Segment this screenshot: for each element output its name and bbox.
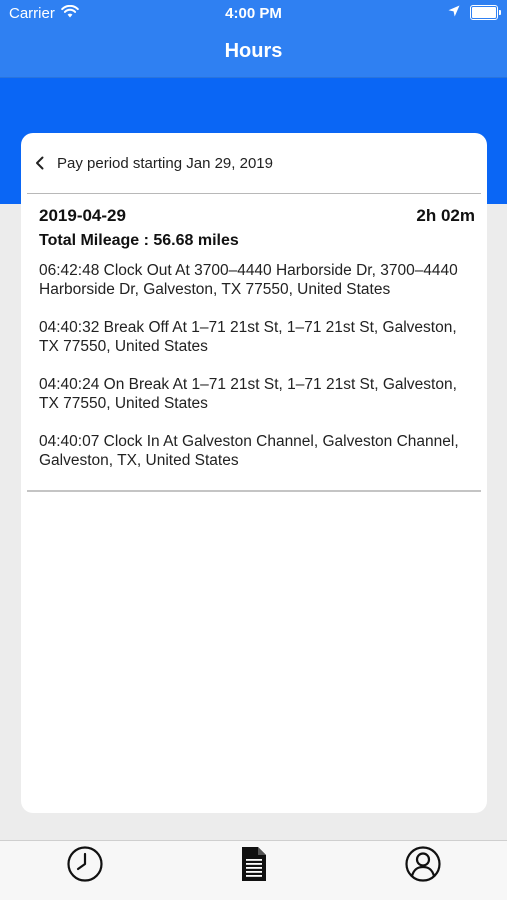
- battery-icon: [470, 5, 501, 20]
- status-bar: Carrier 4:00 PM: [0, 0, 507, 26]
- navigation-bar: Hours: [0, 26, 507, 78]
- total-mileage: Total Mileage : 56.68 miles: [39, 232, 239, 249]
- hours-screen: Carrier 4:00 PM Hours Pay period startin…: [0, 0, 507, 900]
- chevron-left-icon[interactable]: [32, 155, 48, 171]
- event-clock-in: 04:40:07 Clock In At Galveston Channel, …: [39, 433, 459, 469]
- clock-icon: [66, 845, 104, 888]
- event-list: 06:42:48 Clock Out At 3700–4440 Harborsi…: [39, 261, 479, 489]
- profile-icon: [404, 845, 442, 888]
- tab-profile[interactable]: [403, 845, 443, 888]
- tab-clock[interactable]: [65, 845, 105, 888]
- entry-date: 2019-04-29: [39, 206, 126, 225]
- timesheet-card: Pay period starting Jan 29, 2019 2019-04…: [21, 133, 487, 813]
- divider: [27, 490, 481, 492]
- document-icon: [240, 846, 268, 887]
- event-break-off: 04:40:32 Break Off At 1–71 21st St, 1–71…: [39, 319, 457, 355]
- status-time: 4:00 PM: [225, 5, 282, 22]
- pay-period-row[interactable]: Pay period starting Jan 29, 2019: [21, 133, 487, 193]
- tab-bar: [0, 840, 507, 900]
- event-clock-out: 06:42:48 Clock Out At 3700–4440 Harborsi…: [39, 262, 458, 298]
- pay-period-label: Pay period starting Jan 29, 2019: [57, 154, 273, 172]
- event-on-break: 04:40:24 On Break At 1–71 21st St, 1–71 …: [39, 376, 457, 412]
- location-arrow-icon: [448, 4, 460, 21]
- divider: [27, 193, 481, 194]
- status-right: [448, 4, 501, 21]
- page-title: Hours: [224, 40, 283, 62]
- day-entry-header: 2019-04-29 2h 02m: [39, 206, 475, 226]
- entry-duration: 2h 02m: [416, 206, 475, 225]
- tab-timesheet[interactable]: [234, 846, 274, 886]
